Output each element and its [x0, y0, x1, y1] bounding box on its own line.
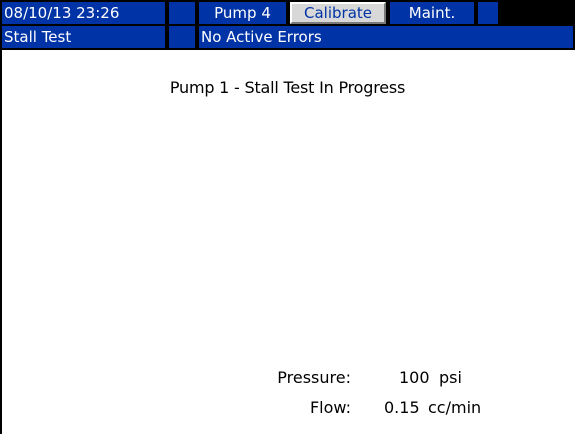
- tab-calibrate[interactable]: Calibrate: [290, 2, 386, 24]
- pressure-unit: psi: [439, 368, 462, 387]
- flow-label: Flow:: [309, 398, 351, 417]
- status-message: Pump 1 - Stall Test In Progress: [169, 78, 406, 97]
- pump-selector[interactable]: Pump 4: [199, 2, 286, 24]
- blank-indicator-1: [169, 2, 195, 24]
- date-time-display: 08/10/13 23:26: [2, 2, 165, 24]
- pressure-label: Pressure:: [277, 368, 351, 387]
- top-menu-bar: 08/10/13 23:26 Pump 4 Calibrate Maint.: [0, 0, 575, 26]
- error-status: No Active Errors: [199, 26, 573, 48]
- flow-value: 0.15: [384, 398, 420, 417]
- pressure-reading: Pressure: 100 psi: [0, 368, 575, 390]
- blank-indicator-3: [169, 26, 195, 48]
- pressure-value: 100: [399, 368, 430, 387]
- flow-unit: cc/min: [428, 398, 482, 417]
- flow-reading: Flow: 0.15 cc/min: [0, 398, 575, 420]
- mode-status: Stall Test: [2, 26, 165, 48]
- status-bar: Stall Test No Active Errors: [0, 26, 575, 50]
- display-screen: 08/10/13 23:26 Pump 4 Calibrate Maint. S…: [0, 0, 575, 434]
- blank-indicator-2: [478, 2, 498, 24]
- tab-maint[interactable]: Maint.: [390, 2, 474, 24]
